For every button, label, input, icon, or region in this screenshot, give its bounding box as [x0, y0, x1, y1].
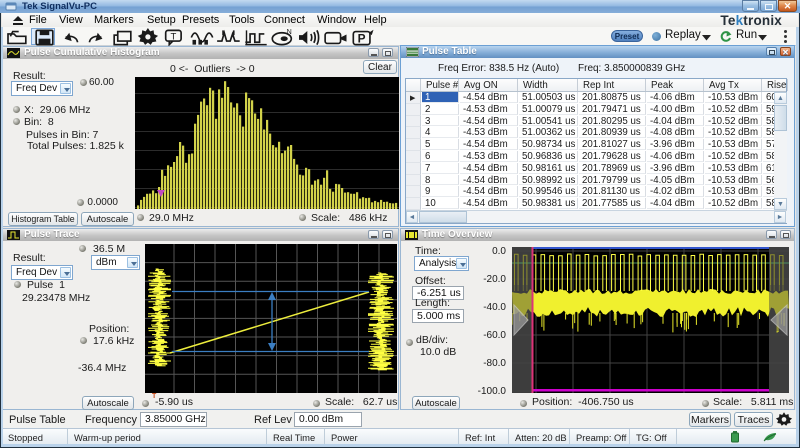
- svg-text:P: P: [358, 31, 366, 45]
- svg-text:T: T: [171, 31, 177, 42]
- svg-text:N: N: [287, 28, 292, 36]
